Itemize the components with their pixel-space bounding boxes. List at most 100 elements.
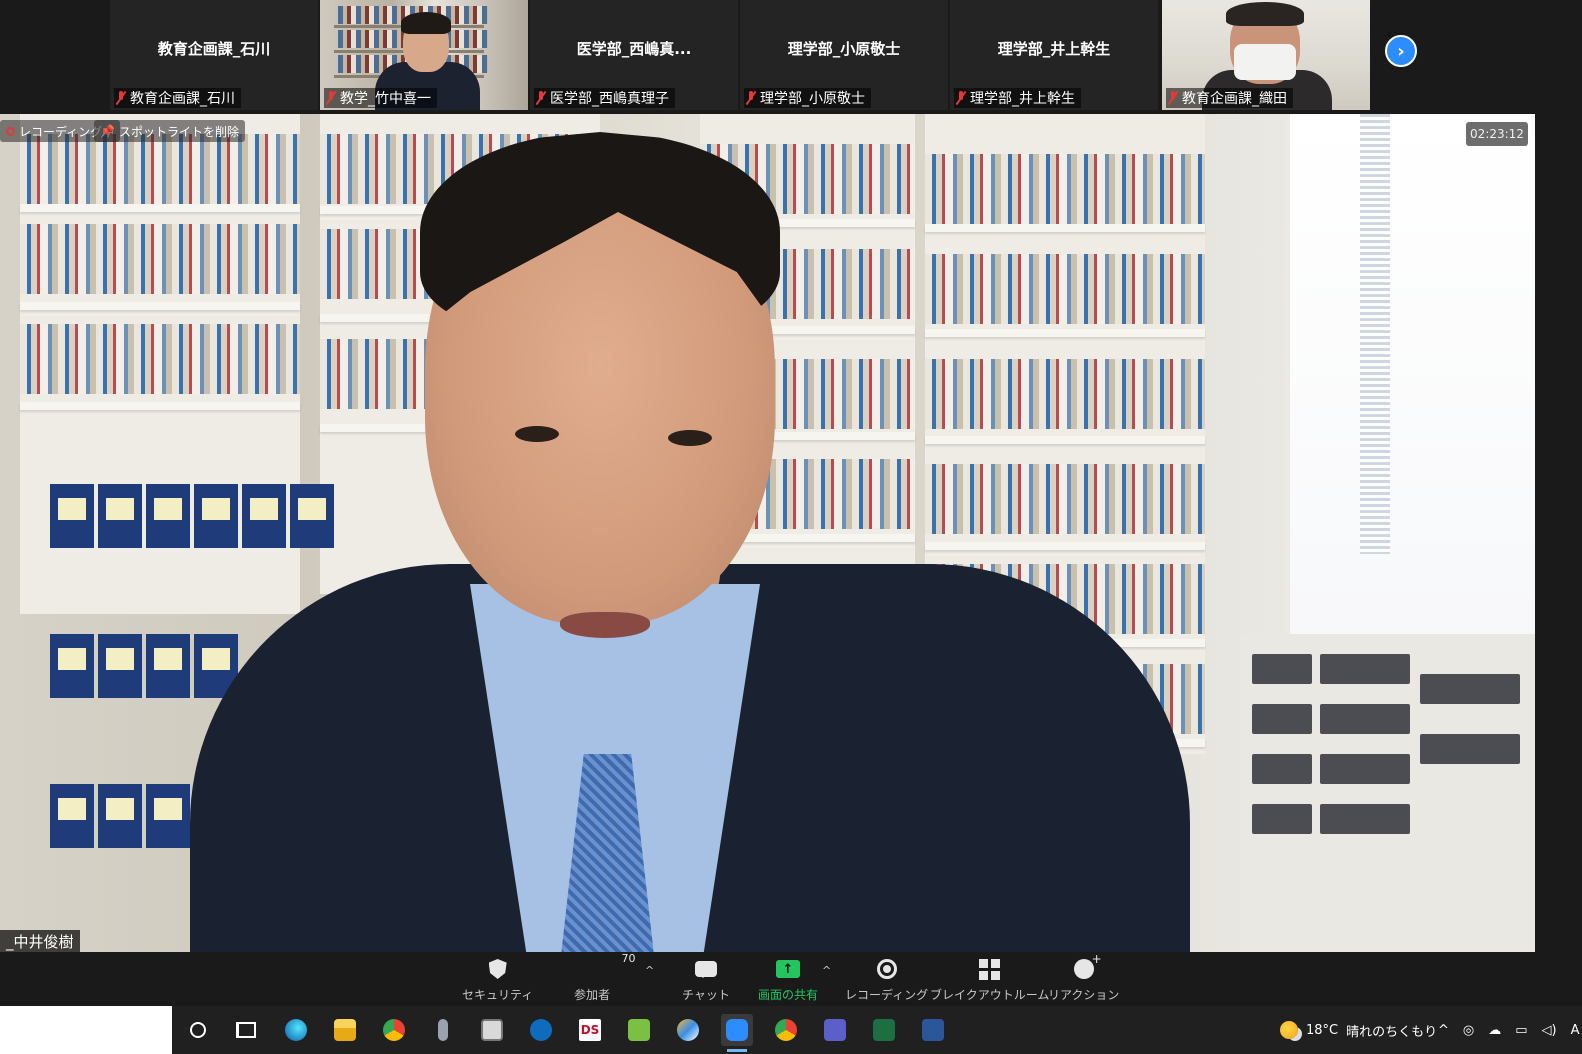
participant-tile-ohara[interactable]: 理学部_小原敬士 理学部_小原敬士: [740, 0, 948, 110]
participant-tile-takenaka[interactable]: 教学_竹中喜一: [320, 0, 528, 110]
next-page-button[interactable]: ›: [1385, 35, 1417, 67]
outlook-icon: [530, 1019, 552, 1041]
chat-label: チャット: [682, 988, 730, 1002]
breakout-rooms-button[interactable]: ブレイクアウトルーム: [930, 956, 1049, 1003]
folder-icon: [334, 1019, 356, 1041]
taskbar-mail-app[interactable]: [476, 1014, 508, 1046]
windows-taskbar: DS 18°C 晴れのちくもり ^ ◎ ☁ ▭ ◁) A: [0, 1006, 1582, 1054]
taskbar-green-app[interactable]: [623, 1014, 655, 1046]
participant-name: 教育企画課_織田: [1182, 91, 1287, 107]
network-icon[interactable]: ▭: [1515, 1023, 1527, 1038]
record-icon: [876, 959, 897, 979]
reactions-button[interactable]: リアクション: [1048, 952, 1120, 1003]
taskbar-microphone-app[interactable]: [427, 1014, 459, 1046]
chevron-right-icon: ›: [1397, 40, 1405, 62]
system-tray: ^ ◎ ☁ ▭ ◁) A: [1438, 1006, 1580, 1054]
participant-name: 教育企画課_石川: [130, 91, 235, 107]
participant-label: 教学_竹中喜一: [324, 88, 437, 108]
security-button[interactable]: セキュリティ: [462, 956, 533, 1003]
microphone-icon: [438, 1019, 448, 1041]
mic-muted-icon: [746, 91, 756, 105]
participant-label: 理学部_小原敬士: [744, 88, 871, 108]
weather-sun-icon: [1280, 1021, 1298, 1039]
cortana-button[interactable]: [182, 1014, 214, 1046]
taskbar-ds-app[interactable]: DS: [574, 1014, 606, 1046]
task-view-button[interactable]: [230, 1014, 262, 1046]
cortana-icon: [190, 1022, 206, 1038]
ds-icon: DS: [579, 1019, 601, 1041]
chat-bubble-icon: [694, 961, 717, 978]
participant-center-name: 理学部_井上幹生: [997, 40, 1111, 58]
taskbar-edge[interactable]: [280, 1014, 312, 1046]
meeting-timer: 02:23:12: [1466, 122, 1528, 146]
taskbar-teams[interactable]: [819, 1014, 851, 1046]
chrome-icon: [383, 1019, 405, 1041]
recording-label: レコーディング: [845, 988, 929, 1002]
participant-name: 理学部_井上幹生: [970, 91, 1075, 107]
input-method-indicator[interactable]: A: [1571, 1023, 1580, 1038]
green-app-icon: [628, 1019, 650, 1041]
weather-text: 晴れのちくもり: [1346, 1024, 1438, 1040]
excel-icon: [873, 1019, 895, 1041]
participant-name: 教学_竹中喜一: [340, 91, 431, 107]
chat-button[interactable]: チャット: [682, 956, 730, 1003]
participant-name: 医学部_西嶋真理子: [550, 91, 669, 107]
reactions-label: リアクション: [1048, 988, 1120, 1002]
participant-center-name: 医学部_西嶋真...: [576, 40, 692, 58]
remove-spotlight-button[interactable]: 📌 スポットライトを削除: [94, 120, 245, 142]
task-view-icon: [236, 1022, 256, 1038]
weather-widget[interactable]: 18°C 晴れのちくもり: [1280, 1006, 1437, 1054]
mic-muted-icon: [116, 91, 126, 105]
grid-icon: [979, 958, 1001, 980]
taskbar-zoom[interactable]: [721, 1014, 753, 1052]
recording-dot-icon: [6, 126, 15, 136]
paint-icon: [677, 1019, 699, 1041]
participants-caret-icon[interactable]: ^: [645, 964, 654, 977]
participants-count: 70: [621, 952, 636, 965]
mic-muted-icon: [956, 91, 966, 105]
edge-icon: [285, 1019, 307, 1041]
share-label: 画面の共有: [758, 988, 819, 1002]
mic-muted-icon: [536, 91, 546, 105]
video-margin: [1535, 114, 1582, 952]
security-label: セキュリティ: [462, 988, 534, 1002]
taskbar-excel[interactable]: [868, 1014, 900, 1046]
share-caret-icon[interactable]: ^: [822, 964, 831, 977]
participant-name: 理学部_小原敬士: [760, 91, 865, 107]
shield-icon: [488, 959, 507, 979]
participant-label: 教育企画課_石川: [114, 88, 241, 108]
meeting-toolbar: セキュリティ 70 参加者 ^ チャット ↑ 画面の共有 ^ レコーディング ブ…: [0, 952, 1582, 1006]
share-arrow-icon: ↑: [776, 960, 800, 978]
participant-label: 教育企画課_織田: [1166, 88, 1293, 108]
pin-icon: 📌: [100, 124, 115, 138]
taskbar-chrome[interactable]: [378, 1014, 410, 1046]
cloud-icon[interactable]: ☁: [1488, 1023, 1501, 1038]
participant-tile-nishijima[interactable]: 医学部_西嶋真... 医学部_西嶋真理子: [530, 0, 738, 110]
participant-label: 医学部_西嶋真理子: [534, 88, 675, 108]
breakout-label: ブレイクアウトルーム: [930, 988, 1050, 1002]
taskbar-word[interactable]: [917, 1014, 949, 1046]
participant-tile-ishikawa[interactable]: 教育企画課_石川 教育企画課_石川: [110, 0, 318, 110]
chevron-up-icon[interactable]: ^: [1438, 1023, 1449, 1038]
camera-icon[interactable]: ◎: [1463, 1023, 1474, 1038]
participants-button[interactable]: 70 参加者: [574, 952, 636, 1003]
chrome-profile-icon: [775, 1019, 797, 1041]
participant-tile-oda[interactable]: 教育企画課_織田: [1162, 0, 1370, 110]
taskbar-file-explorer[interactable]: [329, 1014, 361, 1046]
mic-muted-icon: [1168, 91, 1178, 105]
weather-temp: 18°C: [1306, 1022, 1339, 1038]
participant-strip: 教育企画課_石川 教育企画課_石川 教学_竹中喜一 医学部_西嶋真... 医学部…: [0, 0, 1582, 112]
taskbar-search-box[interactable]: [0, 1006, 172, 1054]
taskbar-paint-app[interactable]: [672, 1014, 704, 1046]
taskbar-chrome-profile[interactable]: [770, 1014, 802, 1046]
participant-tile-inoue[interactable]: 理学部_井上幹生 理学部_井上幹生: [950, 0, 1158, 110]
mail-icon: [481, 1019, 503, 1041]
volume-icon[interactable]: ◁): [1542, 1023, 1557, 1038]
taskbar-outlook[interactable]: [525, 1014, 557, 1046]
smiley-icon: [1073, 952, 1102, 979]
share-screen-button[interactable]: ↑ 画面の共有: [758, 956, 818, 1003]
participant-center-name: 教育企画課_石川: [157, 40, 271, 58]
teams-icon: [824, 1019, 846, 1041]
main-speaker-video: [0, 114, 1535, 952]
recording-button[interactable]: レコーディング: [845, 956, 928, 1003]
